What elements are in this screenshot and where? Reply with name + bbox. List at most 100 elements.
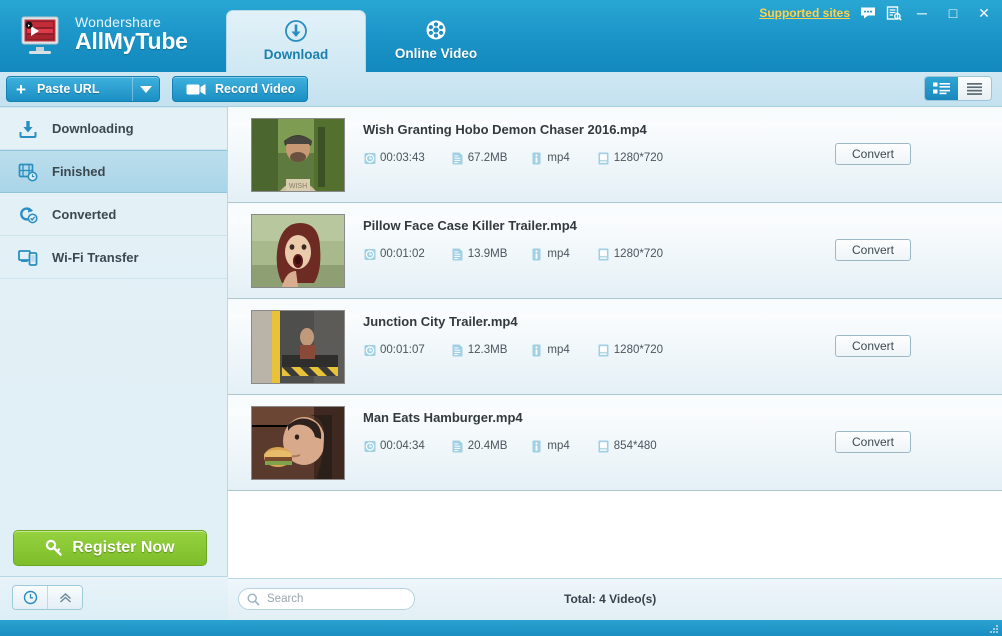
meta-format: mp4 bbox=[530, 151, 570, 165]
page-title: AllMyTube bbox=[75, 28, 188, 54]
main-body: Downloading Finished Converted Wi-Fi Tra… bbox=[0, 107, 1002, 620]
convert-button[interactable]: Convert bbox=[835, 239, 911, 261]
meta-size-value: 12.3MB bbox=[467, 344, 508, 356]
application-window: Wondershare AllMyTube Download Online Vi… bbox=[0, 0, 1002, 636]
video-list[interactable]: WISH Wish Granting Hobo Demon Chaser 201… bbox=[228, 107, 1002, 578]
clock-icon bbox=[363, 439, 376, 453]
sidebar-footer bbox=[0, 576, 228, 620]
app-title-group: Wondershare AllMyTube bbox=[75, 15, 188, 55]
meta-resolution: 1280*720 bbox=[597, 343, 663, 357]
register-now-label: Register Now bbox=[72, 539, 175, 556]
refresh-check-icon bbox=[18, 204, 44, 224]
table-row[interactable]: Pillow Face Case Killer Trailer.mp4 00:0… bbox=[228, 203, 1002, 299]
video-metadata: 00:04:34 20.4MB mp4 854*480 bbox=[363, 439, 657, 453]
content-panel: WISH Wish Granting Hobo Demon Chaser 201… bbox=[228, 107, 1002, 620]
sidebar-item-wifi-transfer-label: Wi-Fi Transfer bbox=[52, 249, 139, 265]
meta-format-value: mp4 bbox=[547, 344, 570, 356]
info-file-icon bbox=[530, 439, 543, 453]
file-size-icon bbox=[451, 247, 464, 261]
history-button[interactable] bbox=[13, 586, 47, 609]
info-file-icon bbox=[530, 247, 543, 261]
paste-url-dropdown[interactable] bbox=[132, 77, 159, 101]
sidebar-item-downloading[interactable]: Downloading bbox=[0, 107, 227, 150]
file-size-icon bbox=[451, 439, 464, 453]
clock-icon bbox=[363, 247, 376, 261]
meta-resolution: 1280*720 bbox=[597, 247, 663, 261]
convert-button[interactable]: Convert bbox=[835, 335, 911, 357]
note-search-icon[interactable] bbox=[885, 5, 902, 21]
convert-button-label: Convert bbox=[851, 243, 895, 257]
list-detail-view-icon[interactable] bbox=[925, 77, 958, 100]
meta-resolution-value: 1280*720 bbox=[613, 152, 664, 164]
chevron-up-icon bbox=[59, 592, 71, 603]
download-circle-icon bbox=[284, 18, 308, 44]
film-clock-icon bbox=[18, 162, 44, 182]
record-video-button[interactable]: Record Video bbox=[172, 76, 308, 102]
video-title: Junction City Trailer.mp4 bbox=[363, 314, 518, 329]
sidebar-footer-buttons bbox=[12, 585, 83, 610]
window-bottom-strip bbox=[0, 620, 1002, 636]
resize-grip-icon[interactable] bbox=[987, 622, 999, 634]
list-empty-area bbox=[228, 491, 1002, 578]
table-row[interactable]: Man Eats Hamburger.mp4 00:04:34 20.4MB m… bbox=[228, 395, 1002, 491]
meta-duration-value: 00:03:43 bbox=[380, 152, 425, 164]
meta-duration-value: 00:04:34 bbox=[380, 440, 425, 452]
meta-format: mp4 bbox=[530, 247, 570, 261]
minimize-button[interactable]: ─ bbox=[911, 4, 933, 22]
close-button[interactable]: ✕ bbox=[973, 4, 995, 22]
video-thumbnail[interactable] bbox=[251, 214, 345, 288]
search-box[interactable] bbox=[238, 588, 415, 610]
video-thumbnail[interactable] bbox=[251, 406, 345, 480]
woman-screaming-thumbnail bbox=[252, 215, 344, 287]
video-title: Pillow Face Case Killer Trailer.mp4 bbox=[363, 218, 577, 233]
meta-duration-value: 00:01:07 bbox=[380, 344, 425, 356]
record-video-label: Record Video bbox=[215, 82, 296, 96]
list-compact-view-icon[interactable] bbox=[958, 77, 991, 100]
resolution-icon bbox=[597, 247, 610, 261]
sidebar-item-finished[interactable]: Finished bbox=[0, 150, 227, 193]
video-thumbnail[interactable] bbox=[251, 310, 345, 384]
tab-online-video[interactable]: Online Video bbox=[366, 10, 506, 72]
paste-url-button[interactable]: + Paste URL bbox=[6, 76, 160, 102]
maximize-button[interactable]: □ bbox=[942, 4, 964, 22]
meta-format: mp4 bbox=[530, 439, 570, 453]
convert-button[interactable]: Convert bbox=[835, 431, 911, 453]
man-in-cap-outdoors-thumbnail: WISH bbox=[252, 119, 344, 191]
tab-online-video-label: Online Video bbox=[394, 46, 478, 61]
paste-url-label: Paste URL bbox=[36, 82, 100, 96]
convert-button-label: Convert bbox=[851, 147, 895, 161]
search-icon bbox=[247, 592, 260, 606]
video-title: Man Eats Hamburger.mp4 bbox=[363, 410, 523, 425]
monitor-video-icon bbox=[14, 9, 66, 61]
meta-format-value: mp4 bbox=[547, 248, 570, 260]
man-eating-burger-thumbnail bbox=[252, 407, 344, 479]
convert-button-label: Convert bbox=[851, 435, 895, 449]
devices-icon bbox=[18, 247, 44, 267]
collapse-button[interactable] bbox=[47, 586, 82, 609]
convert-button[interactable]: Convert bbox=[835, 143, 911, 165]
meta-resolution-value: 1280*720 bbox=[613, 248, 664, 260]
meta-size-value: 20.4MB bbox=[467, 440, 508, 452]
resolution-icon bbox=[597, 439, 610, 453]
meta-size: 13.9MB bbox=[451, 247, 507, 261]
supported-sites-link[interactable]: Supported sites bbox=[759, 6, 850, 20]
sidebar-item-wifi-transfer[interactable]: Wi-Fi Transfer bbox=[0, 236, 227, 279]
file-size-icon bbox=[451, 151, 464, 165]
register-now-button[interactable]: Register Now bbox=[13, 530, 207, 566]
tab-download-label: Download bbox=[263, 47, 329, 62]
clock-icon bbox=[23, 590, 37, 605]
tab-download[interactable]: Download bbox=[226, 10, 366, 72]
table-row[interactable]: Junction City Trailer.mp4 00:01:07 12.3M… bbox=[228, 299, 1002, 395]
info-file-icon bbox=[530, 151, 543, 165]
video-thumbnail[interactable]: WISH bbox=[251, 118, 345, 192]
speech-bubble-icon[interactable] bbox=[859, 5, 876, 21]
clock-icon bbox=[363, 343, 376, 357]
main-toolbar: + Paste URL Record Video bbox=[0, 72, 1002, 107]
resolution-icon bbox=[597, 151, 610, 165]
sidebar-item-downloading-label: Downloading bbox=[52, 121, 134, 136]
table-row[interactable]: WISH Wish Granting Hobo Demon Chaser 201… bbox=[228, 107, 1002, 203]
sidebar-item-converted[interactable]: Converted bbox=[0, 193, 227, 236]
film-reel-icon bbox=[424, 17, 448, 43]
chevron-down-icon bbox=[140, 86, 152, 93]
search-input[interactable] bbox=[265, 592, 399, 606]
